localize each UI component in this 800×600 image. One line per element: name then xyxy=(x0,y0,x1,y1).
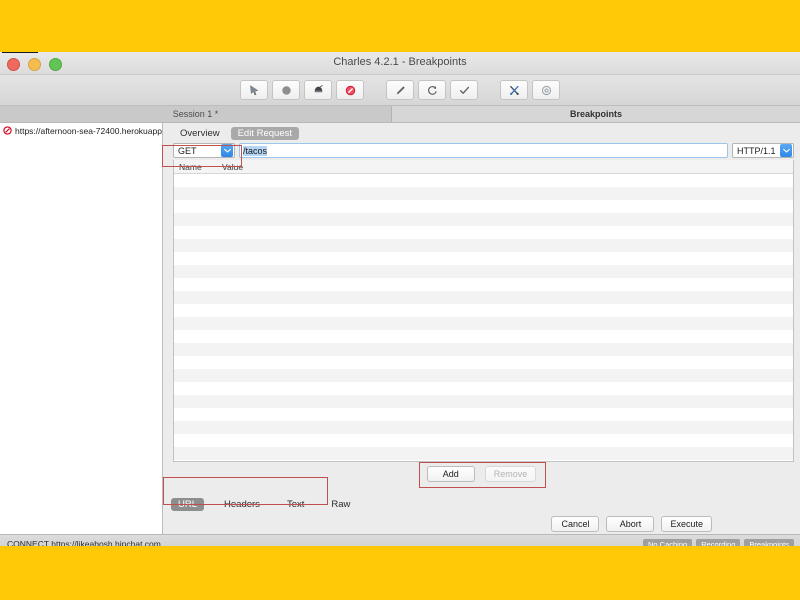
abort-button[interactable]: Abort xyxy=(606,516,655,532)
http-version-select[interactable]: HTTP/1.1 xyxy=(732,143,794,158)
tab-edit-request[interactable]: Edit Request xyxy=(230,126,299,140)
table-row[interactable] xyxy=(174,174,793,187)
status-badge[interactable]: No Caching xyxy=(643,538,693,546)
broom-clear-icon-button[interactable] xyxy=(304,80,332,100)
table-row[interactable] xyxy=(174,304,793,317)
settings-gear-icon-button[interactable] xyxy=(532,80,560,100)
toolbar-group-middle xyxy=(384,80,480,100)
tools-scissors-icon-button[interactable] xyxy=(500,80,528,100)
table-row[interactable] xyxy=(174,239,793,252)
validate-check-icon-button[interactable] xyxy=(450,80,478,100)
session-tab-label: Session 1 * xyxy=(172,109,219,119)
http-method-value: GET xyxy=(178,145,197,156)
http-version-value: HTTP/1.1 xyxy=(737,145,776,156)
table-body xyxy=(174,174,793,461)
status-message: CONNECT https://likeabosh.hipchat.com xyxy=(7,539,161,546)
titlebar-artifact xyxy=(2,52,38,53)
request-line: GET /tacos HTTP/1.1 xyxy=(163,141,800,160)
detail-tab-bar: Overview Edit Request xyxy=(163,125,800,141)
session-tab[interactable]: Session 1 * xyxy=(0,106,392,122)
column-header-value: Value xyxy=(222,161,244,172)
tab-headers[interactable]: Headers xyxy=(217,498,267,511)
table-row[interactable] xyxy=(174,434,793,447)
pane-header-bar: Session 1 * Breakpoints xyxy=(0,106,800,123)
breakpoints-sidebar[interactable]: https://afternoon-sea-72400.herokuapp xyxy=(0,123,163,534)
table-row[interactable] xyxy=(174,330,793,343)
window-titlebar: Charles 4.2.1 - Breakpoints xyxy=(0,52,800,75)
status-bar: CONNECT https://likeabosh.hipchat.com No… xyxy=(0,534,800,546)
breakpoint-marker-icon xyxy=(3,126,12,135)
request-url-input[interactable]: /tacos xyxy=(239,143,728,158)
table-row[interactable] xyxy=(174,356,793,369)
chevron-down-icon xyxy=(780,144,792,157)
screenshot-canvas: Charles 4.2.1 - Breakpoints Session 1 * … xyxy=(0,0,800,600)
status-badge[interactable]: Recording xyxy=(696,538,741,546)
window-title: Charles 4.2.1 - Breakpoints xyxy=(333,56,467,68)
cursor-arrow-icon-button[interactable] xyxy=(240,80,268,100)
tab-overview[interactable]: Overview xyxy=(173,127,227,140)
table-row[interactable] xyxy=(174,291,793,304)
table-row[interactable] xyxy=(174,252,793,265)
record-circle-icon-button[interactable] xyxy=(272,80,300,100)
edit-request-pane: Overview Edit Request GET /tacos HTTP/1.… xyxy=(163,123,800,534)
breakpoint-stop-icon-button[interactable] xyxy=(336,80,364,100)
table-row[interactable] xyxy=(174,187,793,200)
table-row[interactable] xyxy=(174,421,793,434)
table-row[interactable] xyxy=(174,226,793,239)
http-method-select[interactable]: GET xyxy=(173,143,235,158)
dialog-action-buttons: Cancel Abort Execute xyxy=(551,516,712,532)
window-body: https://afternoon-sea-72400.herokuapp Ov… xyxy=(0,123,800,534)
table-header-row: Name Value xyxy=(174,160,793,174)
table-row[interactable] xyxy=(174,395,793,408)
table-row[interactable] xyxy=(174,447,793,460)
table-row[interactable] xyxy=(174,317,793,330)
cancel-button[interactable]: Cancel xyxy=(551,516,600,532)
toolbar-group-left xyxy=(238,80,366,100)
request-url-value: /tacos xyxy=(243,145,268,156)
table-row[interactable] xyxy=(174,213,793,226)
table-row[interactable] xyxy=(174,265,793,278)
table-row[interactable] xyxy=(174,343,793,356)
table-row[interactable] xyxy=(174,278,793,291)
list-item[interactable]: https://afternoon-sea-72400.herokuapp xyxy=(0,123,162,138)
row-action-bar: Add Remove xyxy=(163,462,800,486)
list-item-label: https://afternoon-sea-72400.herokuapp xyxy=(15,125,162,136)
format-tab-bar: URL Headers Text Raw xyxy=(171,498,357,511)
status-badge[interactable]: Breakpoints xyxy=(744,538,794,546)
tab-raw[interactable]: Raw xyxy=(324,498,357,511)
breakpoints-pane-title: Breakpoints xyxy=(392,106,800,122)
charles-app-window: Charles 4.2.1 - Breakpoints Session 1 * … xyxy=(0,52,800,546)
bottom-bar: URL Headers Text Raw Cancel Abort Execut… xyxy=(163,486,800,534)
main-toolbar xyxy=(0,75,800,106)
chevron-down-icon xyxy=(221,144,233,157)
table-row[interactable] xyxy=(174,369,793,382)
table-row[interactable] xyxy=(174,200,793,213)
add-button[interactable]: Add xyxy=(426,466,475,482)
remove-button: Remove xyxy=(484,466,537,482)
repeat-reload-icon-button[interactable] xyxy=(418,80,446,100)
breakpoints-pane-label: Breakpoints xyxy=(569,109,622,119)
table-row[interactable] xyxy=(174,408,793,421)
pencil-compose-icon-button[interactable] xyxy=(386,80,414,100)
toolbar-group-right xyxy=(498,80,562,100)
tab-url[interactable]: URL xyxy=(171,498,205,511)
column-header-name: Name xyxy=(179,161,202,172)
status-badge-group: No Caching Recording Breakpoints xyxy=(643,538,794,546)
tab-text[interactable]: Text xyxy=(280,498,311,511)
table-row[interactable] xyxy=(174,382,793,395)
execute-button[interactable]: Execute xyxy=(661,516,712,532)
name-value-table[interactable]: Name Value xyxy=(173,160,794,462)
